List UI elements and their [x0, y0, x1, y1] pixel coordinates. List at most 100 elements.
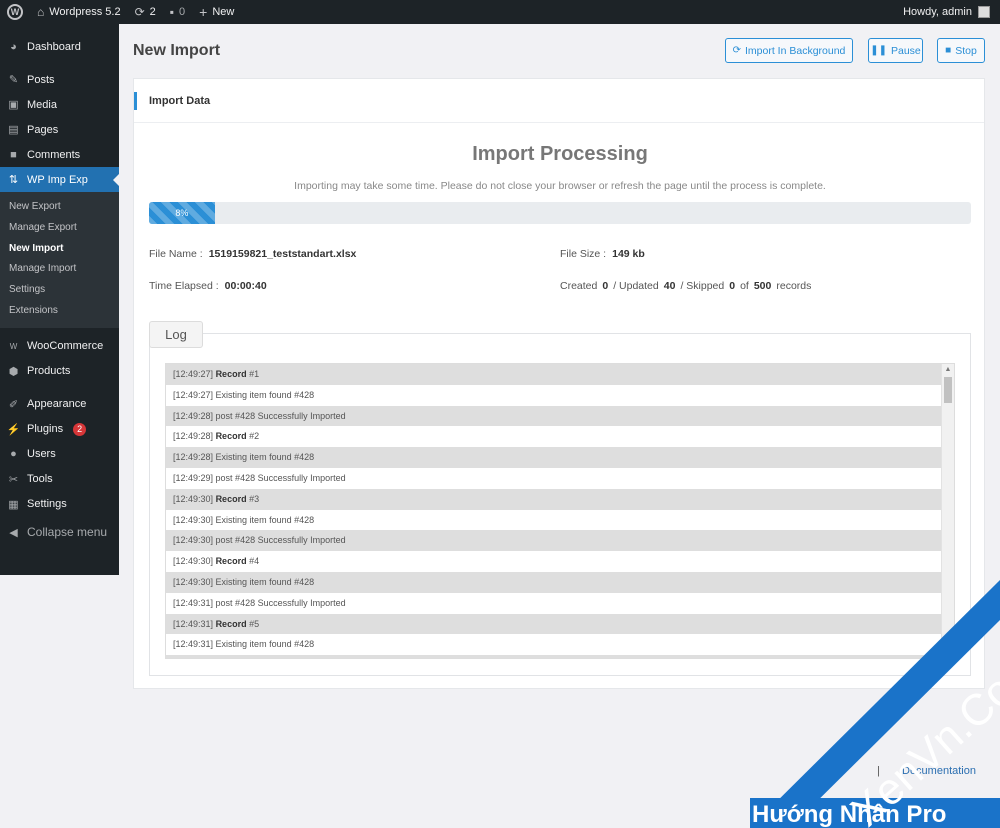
- log-keyword: Record: [215, 369, 247, 379]
- menu-label: Plugins: [27, 423, 64, 436]
- log-rows: [12:49:27] Record #1 [12:49:27] Existing …: [166, 364, 954, 658]
- log-time: [12:49:28]: [173, 431, 214, 442]
- menu-wp-imp-exp[interactable]: ⇅ WP Imp Exp: [0, 167, 119, 192]
- menu-label: Settings: [27, 498, 67, 511]
- menu-label: Media: [27, 98, 57, 111]
- comments-count: 0: [179, 6, 186, 18]
- log-row: [12:49:31] Record #5: [166, 613, 943, 635]
- log-time: [12:49:30]: [173, 493, 214, 504]
- log-message: post #428 Successfully Imported: [213, 410, 346, 421]
- menu-label: Comments: [27, 148, 81, 161]
- file-name-value: 1519159821_teststandart.xlsx: [208, 248, 357, 260]
- collapse-menu-button[interactable]: ◀ Collapse menu: [0, 520, 119, 545]
- home-icon: ⌂: [37, 5, 45, 19]
- new-label: New: [212, 6, 235, 18]
- menu-dashboard[interactable]: ◕ Dashboard: [0, 34, 119, 59]
- collapse-label: Collapse menu: [27, 525, 108, 540]
- log-message: #1: [246, 369, 260, 379]
- submenu-wp-imp-exp: New Export Manage Export New Import Mana…: [0, 192, 119, 328]
- pause-button[interactable]: ❚❚ Pause: [868, 38, 923, 63]
- log-time: [12:49:28]: [173, 410, 214, 421]
- log-row: [12:49:30] post #428 Successfully Import…: [166, 530, 943, 552]
- log-keyword: Record: [215, 431, 247, 442]
- menu-plugins[interactable]: ⚡ Plugins 2: [0, 417, 119, 442]
- menu-label: Tools: [27, 473, 53, 486]
- updates-count: 2: [149, 6, 156, 18]
- stop-button[interactable]: ■ Stop: [937, 38, 985, 63]
- log-row: [12:49:27] Existing item found #428: [166, 385, 943, 406]
- documentation-link[interactable]: Documentation: [902, 765, 976, 777]
- submenu-manage-export[interactable]: Manage Export: [0, 218, 119, 239]
- button-label: Pause: [891, 44, 921, 57]
- log-message: Existing item found #428: [213, 639, 315, 650]
- total-count: 500: [753, 280, 772, 292]
- log-message: #4: [246, 556, 260, 567]
- log-message: #5: [246, 618, 260, 629]
- scroll-thumb[interactable]: [944, 377, 952, 403]
- submenu-manage-import[interactable]: Manage Import: [0, 259, 119, 280]
- new-content-menu[interactable]: + New: [192, 0, 241, 24]
- submenu-new-export[interactable]: New Export: [0, 197, 119, 218]
- collapse-icon: ◀: [9, 526, 18, 539]
- main-content: New Import ⟳ Import In Background ❚❚ Pau…: [119, 24, 1000, 828]
- menu-pages[interactable]: ▤ Pages: [0, 117, 119, 142]
- progress-fill: 8%: [149, 202, 215, 224]
- comments-menu[interactable]: ▪ 0: [163, 0, 192, 24]
- updated-count: 40: [663, 280, 676, 292]
- menu-products[interactable]: ⬢ Products: [0, 359, 119, 384]
- pause-icon: ❚❚: [870, 45, 887, 56]
- processing-note: Importing may take some time. Please do …: [294, 180, 826, 192]
- avatar: [978, 6, 990, 18]
- menu-settings[interactable]: ▦ Settings: [0, 492, 119, 517]
- file-name-label: File Name :: [149, 248, 203, 260]
- account-menu[interactable]: Howdy, admin: [896, 0, 1000, 24]
- card-header: Import Data: [134, 79, 984, 123]
- log-row: [12:49:29] post #428 Successfully Import…: [166, 468, 943, 489]
- menu-label: Dashboard: [27, 40, 81, 53]
- brush-icon: ✐: [8, 398, 19, 411]
- plugins-update-badge: 2: [73, 422, 87, 436]
- log-list[interactable]: [12:49:27] Record #1 [12:49:27] Existing …: [165, 363, 955, 659]
- menu-comments[interactable]: ■ Comments: [0, 142, 119, 167]
- import-export-icon: ⇅: [8, 174, 19, 186]
- submenu-settings[interactable]: Settings: [0, 280, 119, 301]
- scroll-up-arrow-icon[interactable]: ▲: [942, 364, 954, 376]
- wp-logo-menu[interactable]: W: [0, 0, 30, 24]
- file-name-info: File Name : 1519159821_teststandart.xlsx: [149, 248, 356, 260]
- log-scrollbar[interactable]: ▲: [941, 364, 954, 658]
- submenu-new-import[interactable]: New Import: [0, 239, 119, 260]
- log-message: #3: [246, 493, 260, 504]
- log-row: [12:49:31] post #428 Successfully Import…: [166, 593, 943, 614]
- menu-posts[interactable]: ✎ Posts: [0, 67, 119, 92]
- menu-users[interactable]: ● Users: [0, 442, 119, 467]
- log-row: [12:49:28] Record #2: [166, 426, 943, 447]
- menu-tools[interactable]: ✂ Tools: [0, 467, 119, 492]
- log-legend: Log: [149, 321, 203, 348]
- created-count: 0: [602, 280, 609, 292]
- products-icon: ⬢: [8, 365, 19, 378]
- time-elapsed-info: Time Elapsed : 00:00:40: [149, 280, 267, 292]
- menu-label: Users: [27, 448, 56, 461]
- menu-label: WooCommerce: [27, 340, 104, 353]
- pin-icon: ✎: [8, 74, 19, 86]
- log-time: [12:49:31]: [173, 618, 214, 629]
- submenu-extensions[interactable]: Extensions: [0, 301, 119, 322]
- stop-icon: ■: [945, 45, 952, 56]
- log-time: [12:49:27]: [173, 389, 214, 400]
- plugin-icon: ⚡: [6, 423, 21, 436]
- import-in-background-button[interactable]: ⟳ Import In Background: [725, 38, 853, 63]
- log-message: post #428 Successfully Imported: [213, 472, 346, 483]
- log-time: [12:49:27]: [173, 369, 214, 379]
- admin-sidebar: ◕ Dashboard ✎ Posts ▣ Media ▤ Pages ■ Comment…: [0, 24, 119, 575]
- settings-icon: ▦: [8, 498, 19, 511]
- menu-woocommerce[interactable]: W WooCommerce: [0, 334, 119, 359]
- dashboard-icon: ◕: [10, 40, 17, 53]
- log-keyword: Record: [215, 493, 247, 504]
- log-row: [12:49:30] Existing item found #428: [166, 510, 943, 531]
- plus-icon: +: [199, 4, 208, 20]
- wordpress-logo-icon: W: [7, 4, 23, 20]
- menu-media[interactable]: ▣ Media: [0, 92, 119, 117]
- menu-appearance[interactable]: ✐ Appearance: [0, 392, 119, 417]
- site-name-menu[interactable]: ⌂ Wordpress 5.2: [30, 0, 128, 24]
- updates-menu[interactable]: ⟳ 2: [128, 0, 163, 24]
